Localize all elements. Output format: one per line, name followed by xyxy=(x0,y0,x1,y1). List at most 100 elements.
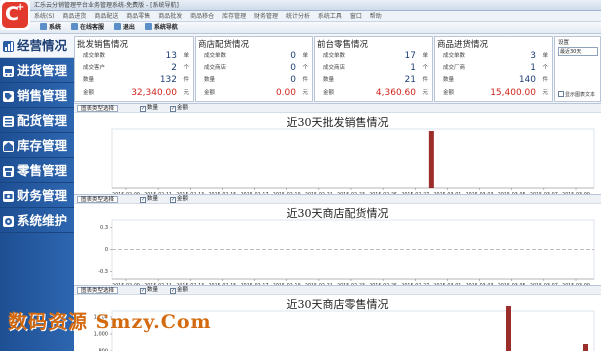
menu-item-wholesale[interactable]: 商品批发 xyxy=(158,13,182,20)
sidebar-item-label: 零售管理 xyxy=(17,163,68,178)
y-tick-label: -0.3 xyxy=(98,269,108,275)
sidebar-item-label: 经营情况 xyxy=(17,38,68,53)
menu-item-distribution[interactable]: 商品配送 xyxy=(94,13,118,20)
navigation-icon xyxy=(144,23,152,30)
sidebar-item-distribution[interactable]: 配货管理 xyxy=(0,109,74,133)
row-unit: 元 xyxy=(422,90,428,96)
gear-icon xyxy=(3,216,14,227)
sidebar-item-label: 进货管理 xyxy=(17,63,68,78)
toolbar-online-support-button[interactable]: 在线客服 xyxy=(70,22,104,33)
row-value: 0 xyxy=(290,63,296,73)
main-content: 批发销售情况 成交单数 13 单 成交客户 2 个 数量 132 件 金额 32,340.00… xyxy=(74,34,601,351)
toolbar: 系统 在线客服 退出 系统导航 xyxy=(0,22,601,34)
sidebar-item-label: 财务管理 xyxy=(17,188,68,203)
watermark-text: 数码资源 Smzy.Com xyxy=(8,311,212,333)
row-label: 成交单数 xyxy=(443,53,466,59)
settings-title: 设置 xyxy=(558,40,570,46)
toolbar-system-button[interactable]: 系统 xyxy=(40,22,61,33)
distribution-chart-plot: 2015-02-092015-02-112015-02-132015-02-15… xyxy=(98,219,595,287)
window-title-bar: 汇乐云分销管理平台业务管理系统-免费版 - [系统导航] xyxy=(0,0,601,11)
row-unit: 件 xyxy=(302,77,308,83)
distribution-chart: 图表类型选择 ✓数量 ✓金额 近30天商店配货情况 2015-02-092015… xyxy=(74,194,601,287)
menu-item-finance[interactable]: 财务管理 xyxy=(254,13,278,20)
row-label: 数量 xyxy=(323,77,335,83)
toolbar-navigation-tab[interactable]: 系统导航 xyxy=(144,22,178,33)
wholesale-chart-plot: 2015-02-092015-02-112015-02-132015-02-15… xyxy=(111,128,595,196)
sidebar-item-finance[interactable]: 财务管理 xyxy=(0,184,74,208)
row-value: 4,360.60 xyxy=(375,88,416,98)
row-value: 15,400.00 xyxy=(490,88,536,98)
sidebar-item-retail[interactable]: 零售管理 xyxy=(0,159,74,183)
row-label: 成交厂商 xyxy=(443,65,466,71)
sidebar-item-label: 系统维护 xyxy=(17,213,68,228)
row-unit: 个 xyxy=(542,65,548,71)
sidebar-item-sales[interactable]: 销售管理 xyxy=(0,84,74,108)
row-label: 成交商店 xyxy=(323,65,346,71)
panel-title: 商品进货情况 xyxy=(437,40,489,50)
row-value: 32,340.00 xyxy=(131,88,177,98)
menu-item-tools[interactable]: 系统工具 xyxy=(318,13,342,20)
row-label: 成交商店 xyxy=(204,65,227,71)
row-label: 金额 xyxy=(83,90,95,96)
row-label: 金额 xyxy=(323,90,335,96)
row-value: 0.00 xyxy=(275,88,296,98)
row-label: 成交单数 xyxy=(83,53,106,59)
toolbar-exit-button[interactable]: 退出 xyxy=(113,22,135,33)
row-value: 132 xyxy=(159,75,177,85)
show-chart-text-checkbox[interactable]: 显示图表文本 xyxy=(558,91,595,98)
app-logo: C + xyxy=(0,0,30,30)
row-label: 金额 xyxy=(204,90,216,96)
sidebar-item-business-overview[interactable]: 经营情况 xyxy=(0,34,74,58)
row-unit: 元 xyxy=(542,90,548,96)
row-unit: 元 xyxy=(302,90,308,96)
row-label: 成交客户 xyxy=(83,65,106,71)
row-label: 数量 xyxy=(83,77,95,83)
menu-item-help[interactable]: 帮助 xyxy=(370,13,382,20)
bar xyxy=(583,344,588,351)
sidebar-item-system-maintenance[interactable]: 系统维护 xyxy=(0,209,74,233)
row-unit: 件 xyxy=(422,77,428,83)
wholesale-chart: 图表类型选择 ✓数量 ✓金额 近30天批发销售情况 2015-02-092015… xyxy=(74,103,601,196)
plot-area xyxy=(111,128,595,189)
row-unit: 个 xyxy=(183,65,189,71)
purchase-summary-panel: 商品进货情况 成交单数 3 单 成交厂商 1 个 数量 140 件 金额 15,400.00 元 xyxy=(434,36,553,102)
menu-bar: 系统(S) 商品进货 商品配送 商品零售 商品批发 商品移仓 库存管理 财务管理… xyxy=(0,11,601,22)
date-range-select[interactable]: 最近30天 xyxy=(558,47,598,56)
panel-title: 商店配货情况 xyxy=(198,40,250,50)
sidebar-item-label: 销售管理 xyxy=(17,88,68,103)
row-unit: 单 xyxy=(183,53,189,59)
row-unit: 件 xyxy=(542,77,548,83)
y-tick-label: 0.3 xyxy=(100,225,108,231)
menu-item-inventory[interactable]: 库存管理 xyxy=(222,13,246,20)
support-icon xyxy=(70,23,78,30)
money-icon xyxy=(3,191,14,202)
bar xyxy=(506,306,511,351)
sidebar-item-purchase[interactable]: 进货管理 xyxy=(0,59,74,83)
system-icon xyxy=(40,23,47,30)
wholesale-summary-panel: 批发销售情况 成交单数 13 单 成交客户 2 个 数量 132 件 金额 32,340.00… xyxy=(74,36,194,102)
sidebar-item-label: 库存管理 xyxy=(17,138,68,153)
row-unit: 单 xyxy=(542,53,548,59)
y-tick-label: 0 xyxy=(105,247,108,253)
row-unit: 单 xyxy=(302,53,308,59)
sidebar-item-inventory[interactable]: 库存管理 xyxy=(0,134,74,158)
settings-panel: 设置 最近30天 显示图表文本 xyxy=(554,36,601,102)
window-title: 汇乐云分销管理平台业务管理系统-免费版 - [系统导航] xyxy=(34,2,179,9)
menu-item-transfer[interactable]: 商品移仓 xyxy=(190,13,214,20)
row-value: 0 xyxy=(290,75,296,85)
store-distribution-summary-panel: 商店配货情况 成交单数 0 单 成交商店 0 个 数量 0 件 金额 0.00 元 xyxy=(195,36,313,102)
row-value: 17 xyxy=(404,51,416,61)
row-unit: 件 xyxy=(183,77,189,83)
row-value: 0 xyxy=(290,51,296,61)
row-value: 21 xyxy=(404,75,416,85)
row-unit: 元 xyxy=(183,90,189,96)
menu-item-statistics[interactable]: 统计分析 xyxy=(286,13,310,20)
row-unit: 单 xyxy=(422,53,428,59)
menu-item-purchase[interactable]: 商品进货 xyxy=(62,13,86,20)
menu-item-retail[interactable]: 商品零售 xyxy=(126,13,150,20)
row-value: 13 xyxy=(165,51,177,61)
logo-plus: + xyxy=(16,2,25,13)
bar-chart-icon xyxy=(3,41,14,52)
menu-item-system[interactable]: 系统(S) xyxy=(34,13,55,20)
menu-item-window[interactable]: 窗口 xyxy=(350,13,362,20)
